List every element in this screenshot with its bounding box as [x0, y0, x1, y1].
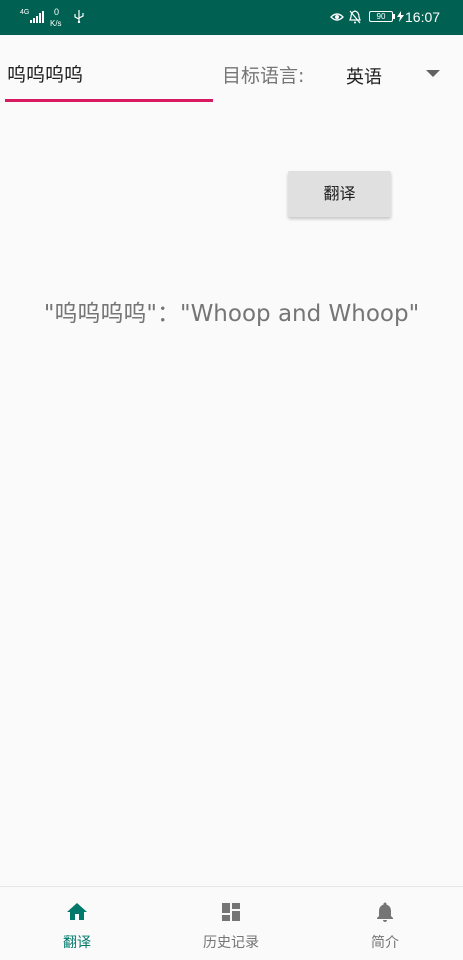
- signal-icon: [30, 11, 44, 23]
- home-icon: [67, 903, 87, 920]
- dashboard-icon: [222, 903, 240, 921]
- target-language-label: 目标语言:: [222, 65, 305, 87]
- source-text-input[interactable]: [7, 58, 207, 88]
- network-speed-value: 0: [54, 7, 60, 17]
- charging-bolt-icon: [397, 11, 404, 22]
- usb-icon: [74, 10, 84, 23]
- target-language-value: 英语: [346, 67, 382, 88]
- nav-label-translate: 翻译: [63, 935, 91, 951]
- network-type: 4G: [20, 9, 30, 16]
- nav-item-about[interactable]: 简介: [308, 887, 462, 960]
- dropdown-arrow-icon: [426, 70, 440, 77]
- status-bar: 4G 0 K/s 90 16:07: [0, 0, 463, 35]
- battery-tip: [393, 14, 395, 19]
- battery-icon: 90: [369, 11, 393, 22]
- mute-bell-icon: [349, 10, 361, 24]
- translation-result: "呜呜呜呜"："Whoop and Whoop": [43, 301, 420, 327]
- nav-label-about: 简介: [371, 935, 399, 951]
- eye-icon: [330, 13, 344, 21]
- translate-button[interactable]: 翻译: [288, 171, 391, 217]
- input-underline: [5, 99, 213, 102]
- bell-icon: [377, 902, 393, 922]
- nav-item-translate[interactable]: 翻译: [0, 887, 154, 960]
- bottom-navigation: 翻译 历史记录 简介: [0, 886, 463, 960]
- status-time: 16:07: [405, 9, 441, 25]
- network-speed-unit: K/s: [50, 19, 62, 28]
- source-text-field[interactable]: [5, 52, 213, 102]
- nav-item-history[interactable]: 历史记录: [154, 887, 308, 960]
- target-language-spinner[interactable]: 英语: [336, 56, 448, 96]
- nav-label-history: 历史记录: [203, 935, 259, 951]
